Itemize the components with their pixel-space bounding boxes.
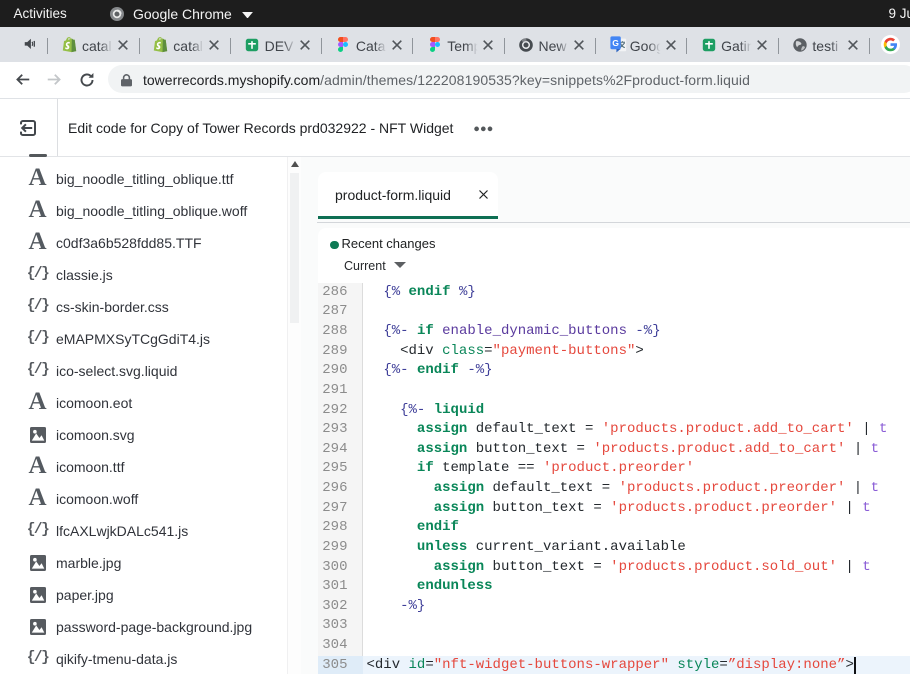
svg-text:G: G [613, 38, 620, 48]
